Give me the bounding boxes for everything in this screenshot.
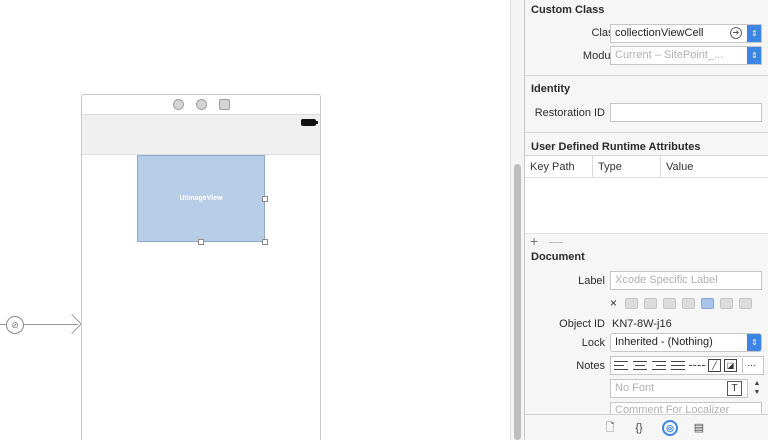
font-picker-icon[interactable]: T bbox=[727, 381, 742, 396]
section-divider bbox=[525, 132, 768, 133]
class-value: collectionViewCell bbox=[615, 27, 704, 39]
label-color-swatch[interactable] bbox=[682, 297, 696, 309]
align-center-icon[interactable] bbox=[632, 359, 648, 372]
font-placeholder: No Font bbox=[615, 382, 655, 394]
document-header: Document bbox=[531, 251, 585, 263]
runtime-attributes-table[interactable]: Key Path Type Value + — bbox=[525, 155, 768, 249]
restoration-id-label: Restoration ID bbox=[534, 107, 605, 119]
identity-inspector-icon[interactable]: ◎ bbox=[662, 420, 678, 436]
class-field[interactable]: collectionViewCell ➔ ⇕ bbox=[610, 24, 762, 43]
align-left-icon[interactable] bbox=[613, 359, 629, 372]
column-divider bbox=[660, 156, 661, 178]
label-field[interactable]: Xcode Specific Label bbox=[610, 271, 762, 290]
view-controller-icon[interactable] bbox=[172, 99, 184, 110]
label-color-swatch[interactable] bbox=[625, 297, 639, 309]
object-id-value: KN7-8W-j16 bbox=[612, 318, 672, 330]
storyboard-canvas[interactable]: ⊘ UIImageView bbox=[0, 0, 510, 440]
object-id-label: Object ID bbox=[559, 318, 605, 330]
column-divider bbox=[592, 156, 593, 178]
image-view-label: UIImageView bbox=[179, 195, 223, 202]
runtime-attributes-footer: + — bbox=[525, 233, 768, 249]
scene-dock bbox=[82, 95, 320, 115]
column-type[interactable]: Type bbox=[598, 161, 622, 173]
canvas-scrollbar[interactable] bbox=[510, 0, 524, 440]
class-dropdown-button[interactable]: ⇕ bbox=[747, 25, 761, 42]
label-color-swatch[interactable] bbox=[739, 297, 753, 309]
status-bar bbox=[82, 115, 320, 155]
runtime-attributes-header: User Defined Runtime Attributes bbox=[531, 141, 701, 153]
font-size-stepper[interactable]: ▲ ▼ bbox=[751, 379, 763, 398]
runtime-attributes-header-row: Key Path Type Value bbox=[525, 156, 768, 178]
align-justify-icon[interactable] bbox=[670, 359, 686, 372]
label-placeholder: Xcode Specific Label bbox=[615, 274, 718, 286]
label-color-swatch[interactable] bbox=[720, 297, 734, 309]
more-button[interactable]: ... bbox=[742, 358, 760, 373]
notes-label: Notes bbox=[576, 360, 605, 372]
scroll-thumb[interactable] bbox=[514, 164, 521, 440]
label-color-picker: × bbox=[610, 296, 753, 310]
link-icon: ⊘ bbox=[6, 316, 24, 334]
identity-header: Identity bbox=[531, 83, 571, 95]
image-box-icon[interactable]: ◪ bbox=[724, 359, 737, 372]
identity-inspector-panel: Custom Class Class collectionViewCell ➔ … bbox=[525, 0, 768, 440]
label-color-swatch[interactable] bbox=[644, 297, 658, 309]
view-controller-scene[interactable]: UIImageView bbox=[81, 94, 321, 440]
quick-help-icon[interactable]: {} bbox=[631, 420, 647, 436]
add-attribute-button[interactable]: + bbox=[530, 233, 538, 249]
exit-icon[interactable] bbox=[218, 99, 230, 110]
notes-toolbar: ╱ ◪ ... bbox=[610, 356, 764, 375]
column-key-path[interactable]: Key Path bbox=[530, 161, 575, 173]
inspector-tab-bar: 🗋 {} ◎ ▤ bbox=[525, 414, 768, 440]
strike-box-icon[interactable]: ╱ bbox=[708, 359, 721, 372]
custom-class-header: Custom Class bbox=[531, 4, 605, 16]
file-inspector-icon[interactable]: 🗋 bbox=[602, 420, 618, 436]
module-field[interactable]: Current – SitePoint_... ⇕ bbox=[610, 46, 762, 65]
arrow-head-icon bbox=[62, 314, 82, 334]
lock-label: Lock bbox=[581, 337, 605, 349]
image-view[interactable]: UIImageView bbox=[137, 155, 268, 245]
initial-view-controller-arrow[interactable]: ⊘ bbox=[0, 313, 82, 337]
lock-dropdown-button[interactable]: ⇕ bbox=[747, 334, 761, 351]
battery-icon bbox=[301, 119, 318, 126]
resize-handle-right[interactable] bbox=[262, 196, 268, 202]
resize-handle-bottom[interactable] bbox=[198, 239, 204, 245]
align-right-icon[interactable] bbox=[651, 359, 667, 372]
dashes-icon[interactable] bbox=[689, 365, 705, 366]
resize-handle-corner[interactable] bbox=[262, 239, 268, 245]
column-value[interactable]: Value bbox=[666, 161, 693, 173]
lock-value: Inherited - (Nothing) bbox=[615, 336, 713, 348]
label-color-swatch[interactable] bbox=[663, 297, 677, 309]
module-placeholder: Current – SitePoint_... bbox=[615, 49, 724, 61]
font-field[interactable]: No Font T bbox=[610, 379, 748, 398]
remove-attribute-button[interactable]: — bbox=[549, 233, 563, 249]
label-color-swatch[interactable] bbox=[701, 297, 715, 309]
first-responder-icon[interactable] bbox=[195, 99, 207, 110]
clear-label-color-icon[interactable]: × bbox=[610, 296, 617, 310]
restoration-id-field[interactable] bbox=[610, 103, 762, 122]
lock-popup[interactable]: Inherited - (Nothing) ⇕ bbox=[610, 333, 762, 352]
go-to-class-icon[interactable]: ➔ bbox=[730, 27, 742, 39]
label-label: Label bbox=[578, 275, 605, 287]
module-dropdown-button[interactable]: ⇕ bbox=[747, 47, 761, 64]
attributes-inspector-icon[interactable]: ▤ bbox=[691, 420, 707, 436]
section-divider bbox=[525, 75, 768, 76]
